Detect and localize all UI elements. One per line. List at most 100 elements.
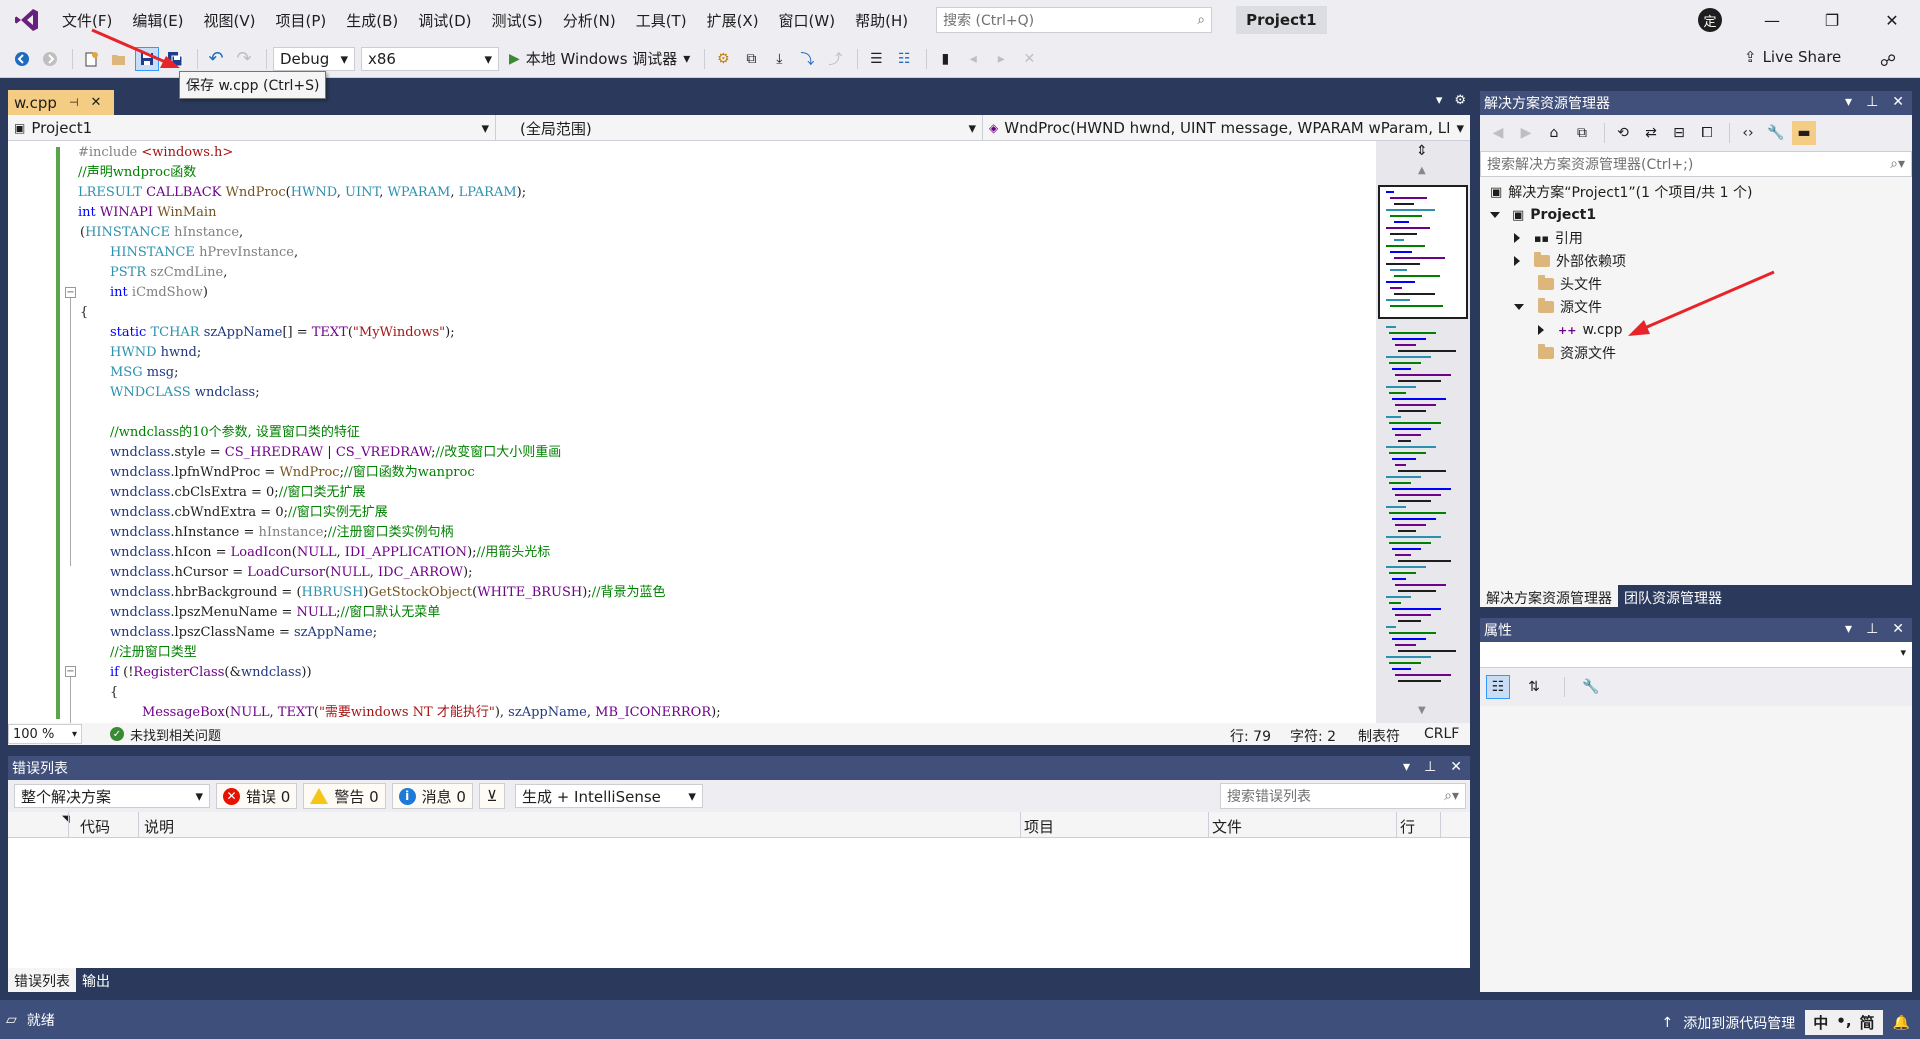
categorized-icon[interactable]: ☷ bbox=[1486, 675, 1510, 699]
line-number[interactable]: 行: 79 bbox=[1230, 726, 1271, 746]
collapsed-arrow-icon[interactable] bbox=[1514, 233, 1520, 243]
column-line[interactable]: 行 bbox=[1400, 816, 1415, 837]
forward-icon[interactable] bbox=[38, 47, 62, 71]
pin-icon[interactable]: ⊥ bbox=[1866, 94, 1878, 110]
pin-icon[interactable]: ⊣ bbox=[69, 96, 79, 109]
open-file-icon[interactable] bbox=[107, 47, 131, 71]
save-icon[interactable] bbox=[135, 46, 159, 71]
tab-team-explorer[interactable]: 团队资源管理器 bbox=[1618, 585, 1728, 607]
minimap-scrollbar[interactable]: ⇕ ▲ ▼ bbox=[1376, 141, 1470, 723]
zoom-select[interactable]: 100 % ▾ bbox=[8, 724, 82, 744]
step-into-icon[interactable]: ⤓ bbox=[767, 47, 791, 71]
tree-item-header-files[interactable]: 头文件 bbox=[1538, 273, 1602, 295]
expanded-arrow-icon[interactable] bbox=[1490, 212, 1500, 218]
restore-icon[interactable]: ❐ bbox=[1812, 8, 1852, 32]
column-description[interactable]: 说明 bbox=[144, 816, 174, 837]
close-icon[interactable]: ✕ bbox=[1892, 94, 1904, 110]
collapse-toggle[interactable]: − bbox=[65, 666, 76, 677]
comment-icon[interactable]: ☰ bbox=[864, 47, 888, 71]
ime-indicator[interactable]: 中 •, 简 bbox=[1805, 1010, 1883, 1035]
feedback-icon[interactable]: ☍ bbox=[1868, 48, 1908, 72]
back-icon[interactable]: ◀ bbox=[1486, 121, 1510, 145]
step-over-icon[interactable]: ⤵ bbox=[795, 47, 819, 71]
column-file[interactable]: 文件 bbox=[1212, 816, 1242, 837]
filter-button[interactable]: ⊻ bbox=[478, 783, 505, 809]
menu-build[interactable]: 生成(B) bbox=[336, 6, 408, 35]
solution-explorer-search-input[interactable]: 搜索解决方案资源管理器(Ctrl+;) ⌕▾ bbox=[1480, 151, 1912, 177]
sync-icon[interactable]: ⇄ bbox=[1639, 121, 1663, 145]
collapsed-arrow-icon[interactable] bbox=[1538, 325, 1544, 335]
redo-icon[interactable]: ↷ bbox=[232, 47, 256, 71]
tree-item-resource-files[interactable]: 资源文件 bbox=[1538, 342, 1616, 364]
show-all-files-icon[interactable]: ⧠ bbox=[1695, 121, 1719, 145]
properties-object-select[interactable]: ▾ bbox=[1480, 642, 1912, 668]
split-window-icon[interactable]: ⇕ bbox=[1416, 143, 1428, 159]
menu-window[interactable]: 窗口(W) bbox=[769, 6, 846, 35]
collapse-toggle[interactable]: − bbox=[65, 287, 76, 298]
expanded-arrow-icon[interactable] bbox=[1514, 304, 1524, 310]
char-number[interactable]: 字符: 2 bbox=[1290, 726, 1336, 746]
property-pages-wrench-icon[interactable]: 🔧 bbox=[1579, 675, 1603, 699]
collapsed-arrow-icon[interactable] bbox=[1514, 256, 1520, 266]
scroll-down-icon[interactable]: ▼ bbox=[1418, 705, 1426, 716]
code-editor[interactable]: − − #include <windows.h> //声明wndproc函数 L… bbox=[8, 141, 1376, 723]
tab-w-cpp[interactable]: w.cpp ⊣ ✕ bbox=[8, 90, 114, 115]
close-icon[interactable]: ✕ bbox=[1892, 621, 1904, 637]
uncomment-icon[interactable]: ☷ bbox=[892, 47, 916, 71]
window-position-icon[interactable]: ▾ bbox=[1403, 759, 1410, 775]
switch-views-icon[interactable]: ⧉ bbox=[1570, 121, 1594, 145]
window-position-icon[interactable]: ▾ bbox=[1845, 621, 1852, 637]
back-icon[interactable] bbox=[10, 47, 34, 71]
clear-bookmarks-icon[interactable]: ✕ bbox=[1017, 47, 1041, 71]
alphabetical-icon[interactable]: ⇅ bbox=[1522, 675, 1546, 699]
properties-wrench-icon[interactable]: 🔧 bbox=[1764, 121, 1788, 145]
next-bookmark-icon[interactable]: ▸ bbox=[989, 47, 1013, 71]
quick-search-input[interactable]: 搜索 (Ctrl+Q) ⌕ bbox=[936, 7, 1213, 33]
menu-analyze[interactable]: 分析(N) bbox=[553, 6, 626, 35]
tree-item-source-files[interactable]: 源文件 bbox=[1514, 296, 1602, 318]
pin-icon[interactable]: ⊥ bbox=[1866, 621, 1878, 637]
user-avatar[interactable]: 定 bbox=[1698, 8, 1722, 32]
undo-icon[interactable]: ↶ bbox=[204, 47, 228, 71]
collapse-all-icon[interactable]: ⊟ bbox=[1667, 121, 1691, 145]
tab-error-list[interactable]: 错误列表 bbox=[8, 968, 76, 992]
bookmark-icon[interactable]: ▮ bbox=[933, 47, 957, 71]
close-icon[interactable]: ✕ bbox=[91, 95, 102, 110]
issues-indicator[interactable]: ✓ 未找到相关问题 bbox=[110, 725, 221, 744]
tree-item-external-dependencies[interactable]: 外部依赖项 bbox=[1514, 250, 1626, 272]
start-debugging-button[interactable]: ▶ 本地 Windows 调试器 ▾ bbox=[505, 47, 694, 71]
menu-view[interactable]: 视图(V) bbox=[194, 6, 266, 35]
close-icon[interactable]: ✕ bbox=[1450, 759, 1462, 775]
browser-link-icon[interactable]: ⧉ bbox=[739, 47, 763, 71]
scope-dropdown[interactable]: (全局范围) ▾ bbox=[496, 115, 983, 141]
prev-bookmark-icon[interactable]: ◂ bbox=[961, 47, 985, 71]
error-source-select[interactable]: 生成 + IntelliSense ▾ bbox=[514, 784, 703, 808]
tab-solution-explorer[interactable]: 解决方案资源管理器 bbox=[1480, 585, 1618, 607]
menu-help[interactable]: 帮助(H) bbox=[845, 6, 918, 35]
line-ending[interactable]: CRLF bbox=[1424, 726, 1459, 742]
error-scope-select[interactable]: 整个解决方案 ▾ bbox=[14, 784, 210, 808]
scroll-up-icon[interactable]: ▲ bbox=[1418, 165, 1426, 176]
tree-item-solution[interactable]: ▣ 解决方案“Project1”(1 个项目/共 1 个) bbox=[1490, 181, 1752, 203]
menu-tools[interactable]: 工具(T) bbox=[626, 6, 697, 35]
indent-mode[interactable]: 制表符 bbox=[1358, 726, 1400, 746]
menu-project[interactable]: 项目(P) bbox=[266, 6, 337, 35]
menu-test[interactable]: 测试(S) bbox=[482, 6, 553, 35]
menu-edit[interactable]: 编辑(E) bbox=[122, 6, 193, 35]
live-share-button[interactable]: ⇪ Live Share bbox=[1744, 48, 1841, 66]
menu-extensions[interactable]: 扩展(X) bbox=[697, 6, 769, 35]
solution-configuration-select[interactable]: Debug ▾ bbox=[273, 46, 355, 71]
preview-icon[interactable]: ▬ bbox=[1792, 121, 1816, 145]
menu-debug[interactable]: 调试(D) bbox=[408, 6, 481, 35]
settings-gear-icon[interactable]: ⚙ bbox=[1454, 93, 1466, 108]
warnings-filter-toggle[interactable]: 警告 0 bbox=[303, 783, 386, 809]
tree-item-w-cpp[interactable]: ++ w.cpp bbox=[1538, 319, 1623, 341]
pending-changes-icon[interactable]: ⟲ bbox=[1611, 121, 1635, 145]
notifications-icon[interactable]: 🔔 bbox=[1893, 1015, 1910, 1031]
window-position-icon[interactable]: ▾ bbox=[1845, 94, 1852, 110]
minimap-viewport[interactable] bbox=[1378, 185, 1468, 319]
tree-item-project[interactable]: ▣ Project1 bbox=[1490, 204, 1596, 226]
error-list-body[interactable] bbox=[8, 838, 1470, 968]
new-project-icon[interactable] bbox=[79, 47, 103, 71]
member-dropdown[interactable]: ◈ WndProc(HWND hwnd, UINT message, WPARAM… bbox=[983, 115, 1470, 141]
